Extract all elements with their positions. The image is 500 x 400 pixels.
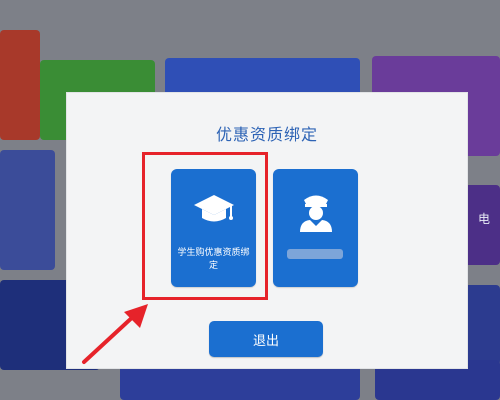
background-tile-left	[0, 150, 55, 270]
background-label: 电	[477, 212, 492, 226]
blurred-label	[287, 249, 343, 259]
background-tile-red	[0, 30, 40, 140]
officer-discount-option[interactable]	[273, 169, 358, 287]
officer-icon	[273, 191, 358, 233]
annotation-arrow-icon	[82, 304, 148, 364]
dialog-title: 优惠资质绑定	[215, 125, 318, 144]
exit-button[interactable]: 退出	[209, 321, 323, 357]
highlight-box	[142, 152, 268, 300]
